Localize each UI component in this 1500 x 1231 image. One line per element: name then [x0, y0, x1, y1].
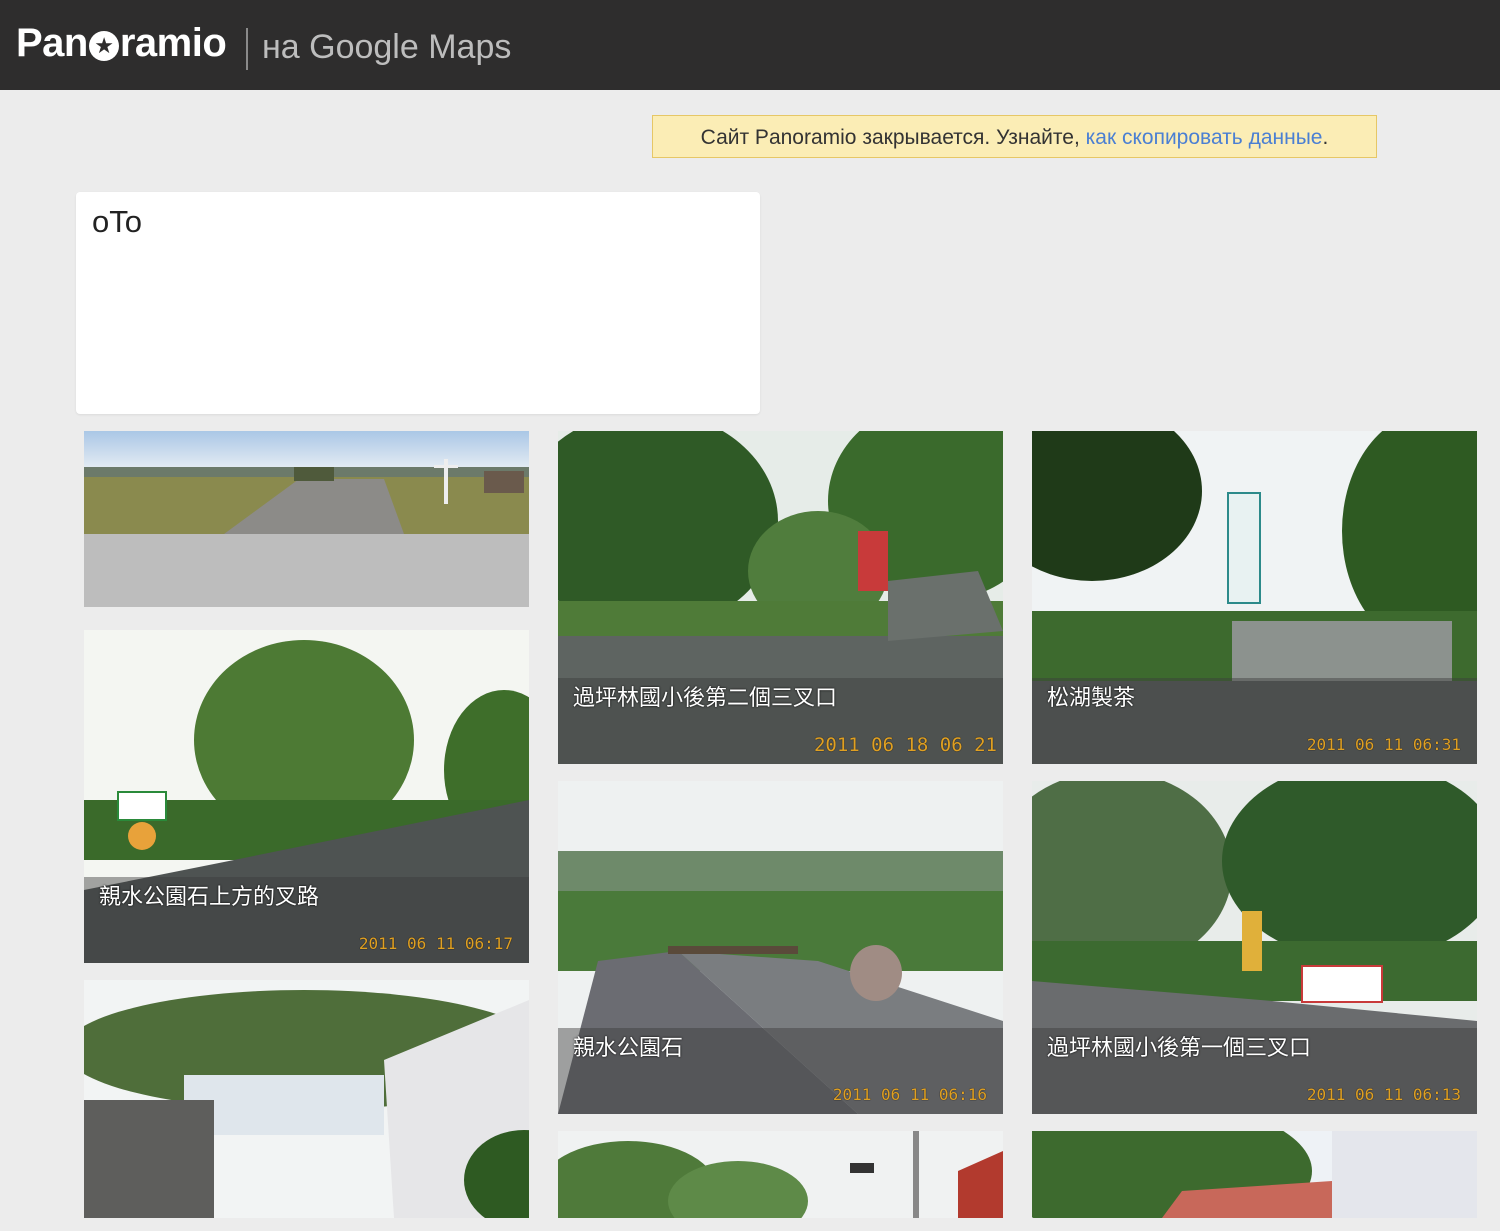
notice-copy-data-link[interactable]: как скопировать данные	[1086, 126, 1323, 149]
shutdown-notice: Сайт Panoramio закрывается. Узнайте, как…	[652, 115, 1377, 158]
photo-tile[interactable]: 親水公園石 2011 06 11 06:16	[558, 781, 1003, 1114]
photo-caption: 親水公園石	[573, 1036, 684, 1061]
photo-timestamp: 2011 06 11 06:13	[1306, 1085, 1461, 1104]
photo-tile[interactable]: 過坪林國小後第二個三叉口 2011 06 18 06 21	[558, 431, 1003, 764]
photo-timestamp: 2011 06 11 06:17	[358, 934, 513, 953]
logo-text-left: Pan	[16, 21, 88, 65]
top-header: Pan ★ ramio на Google Maps	[0, 0, 1500, 90]
logo-text-right: ramio	[119, 21, 227, 65]
notice-text: Сайт Panoramio закрывается. Узнайте,	[700, 126, 1086, 149]
photo-image	[84, 431, 529, 607]
photo-caption: 親水公園石上方的叉路	[99, 885, 320, 910]
photo-image	[1032, 1131, 1477, 1218]
photo-tile[interactable]	[558, 1131, 1003, 1218]
notice-end: .	[1322, 126, 1329, 149]
profile-name: oTo	[92, 204, 142, 239]
photo-timestamp: 2011 06 11 06:16	[832, 1085, 987, 1104]
photo-timestamp: 2011 06 11 06:31	[1306, 735, 1461, 754]
photo-image	[84, 980, 529, 1218]
photo-caption: 松湖製茶	[1047, 686, 1136, 711]
photo-image	[558, 1131, 1003, 1218]
photo-caption: 過坪林國小後第一個三叉口	[1047, 1036, 1312, 1061]
photo-caption: 過坪林國小後第二個三叉口	[573, 686, 838, 711]
photo-timestamp: 2011 06 18 06 21	[813, 734, 997, 756]
photo-tile[interactable]	[84, 431, 529, 607]
photo-tile[interactable]: 過坪林國小後第一個三叉口 2011 06 11 06:13	[1032, 781, 1477, 1114]
photo-tile[interactable]	[1032, 1131, 1477, 1218]
photo-tile[interactable]: 親水公園石上方的叉路 2011 06 11 06:17	[84, 630, 529, 963]
profile-card: oTo	[76, 192, 760, 414]
google-maps-link[interactable]: на Google Maps	[262, 24, 511, 70]
panoramio-logo[interactable]: Pan ★ ramio	[16, 18, 227, 68]
logo-divider	[246, 28, 248, 70]
photo-tile[interactable]: 松湖製茶 2011 06 11 06:31	[1032, 431, 1477, 764]
photo-tile[interactable]	[84, 980, 529, 1218]
star-icon: ★	[88, 31, 119, 61]
